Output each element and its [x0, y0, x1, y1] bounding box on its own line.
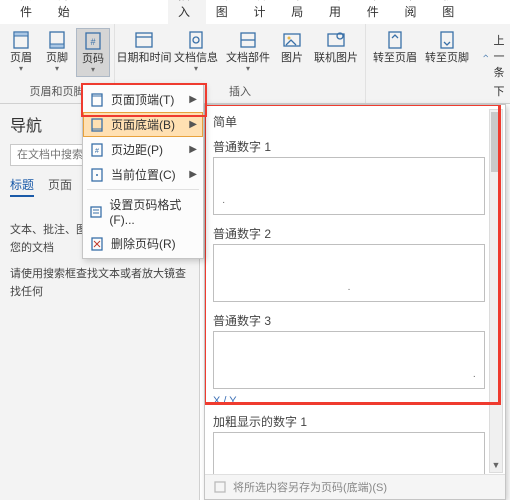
- tab-mat[interactable]: Mat: [470, 0, 510, 24]
- footer-button[interactable]: 页脚 ▾: [40, 28, 74, 77]
- page-number-button[interactable]: # 页码 ▾: [76, 28, 110, 77]
- submenu-arrow-icon: ▶: [189, 144, 197, 155]
- gallery-section-xy: X / Y: [213, 395, 497, 409]
- tab-layout[interactable]: 布局: [281, 0, 319, 24]
- tab-home[interactable]: 开始: [48, 0, 86, 24]
- submenu-arrow-icon: ▶: [189, 94, 197, 105]
- header-button[interactable]: 页眉 ▾: [4, 28, 38, 77]
- tab-references[interactable]: 引用: [319, 0, 357, 24]
- gallery-item-label: 普通数字 3: [213, 308, 497, 331]
- delete-icon: [89, 236, 105, 252]
- page-top-icon: [89, 92, 105, 108]
- current-pos-icon: [89, 167, 105, 183]
- docinfo-icon: [186, 30, 206, 50]
- format-icon: [89, 204, 103, 220]
- scroll-thumb[interactable]: [491, 112, 501, 172]
- tab-review[interactable]: 审阅: [394, 0, 432, 24]
- chevron-down-icon: ▾: [246, 64, 250, 73]
- ribbon-tabs: 文件 开始 OfficePLUS 插入 绘图 设计 布局 引用 邮件 审阅 视图…: [0, 0, 510, 24]
- chevron-down-icon: ▾: [91, 65, 95, 74]
- menu-page-top[interactable]: 页面顶端(T) ▶: [83, 87, 203, 112]
- gallery-item-label: 普通数字 1: [213, 134, 497, 157]
- tab-mail[interactable]: 邮件: [357, 0, 395, 24]
- parts-icon: [238, 30, 258, 50]
- save-icon: [213, 480, 227, 494]
- page-number-menu: 页面顶端(T) ▶ 页面底端(B) ▶ # 页边距(P) ▶ 当前位置(C) ▶…: [82, 84, 204, 259]
- header-icon: [11, 30, 31, 50]
- gallery-item-plain-1[interactable]: ·: [213, 157, 485, 215]
- chevron-down-icon: ▾: [194, 64, 198, 73]
- tab-file[interactable]: 文件: [10, 0, 48, 24]
- menu-separator: [87, 189, 199, 190]
- submenu-arrow-icon: ▶: [189, 169, 197, 180]
- goto-header-button[interactable]: 转至页眉: [370, 28, 420, 66]
- calendar-icon: [134, 30, 154, 50]
- picture-icon: [282, 30, 302, 50]
- nav-tab-pages[interactable]: 页面: [48, 176, 72, 197]
- scroll-down-icon[interactable]: ▼: [490, 458, 502, 472]
- nav-prev-button[interactable]: 上一条: [482, 32, 510, 80]
- docparts-button[interactable]: 文档部件 ▾: [223, 28, 273, 75]
- menu-page-margin[interactable]: # 页边距(P) ▶: [83, 137, 203, 162]
- tab-draw[interactable]: 绘图: [206, 0, 244, 24]
- menu-current-pos[interactable]: 当前位置(C) ▶: [83, 162, 203, 187]
- svg-text:#: #: [90, 37, 95, 47]
- goto-footer-button[interactable]: 转至页脚: [422, 28, 472, 66]
- page-number-gallery: 简单 普通数字 1 · 普通数字 2 · 普通数字 3 · X / Y 加粗显示…: [204, 104, 506, 500]
- menu-remove-page-number[interactable]: 删除页码(R): [83, 231, 203, 256]
- gallery-item-label: 加粗显示的数字 1: [213, 409, 497, 432]
- chevron-down-icon: ▾: [19, 64, 23, 73]
- menu-page-bottom[interactable]: 页面底端(B) ▶: [83, 112, 203, 137]
- goto-footer-icon: [437, 30, 457, 50]
- gallery-scrollbar[interactable]: ▲ ▼: [489, 109, 503, 473]
- ribbon: 页眉 ▾ 页脚 ▾ # 页码 ▾ 页眉和页脚 日期和时间 文档信: [0, 24, 510, 104]
- docinfo-button[interactable]: 文档信息 ▾: [171, 28, 221, 75]
- menu-format-page-number[interactable]: 设置页码格式(F)...: [83, 192, 203, 231]
- page-number-icon: #: [83, 31, 103, 51]
- ribbon-group-label: 页眉和页脚: [30, 83, 85, 101]
- tab-view[interactable]: 视图: [432, 0, 470, 24]
- svg-text:#: #: [95, 148, 99, 155]
- footer-icon: [47, 30, 67, 50]
- nav-tab-headings[interactable]: 标题: [10, 176, 34, 197]
- tab-officeplus[interactable]: OfficePLUS: [86, 0, 168, 24]
- page-bottom-icon: [89, 117, 105, 133]
- gallery-item-plain-3[interactable]: ·: [213, 331, 485, 389]
- submenu-arrow-icon: ▶: [189, 119, 197, 130]
- gallery-item-plain-2[interactable]: ·: [213, 244, 485, 302]
- picture-button[interactable]: 图片: [275, 28, 309, 75]
- goto-header-icon: [385, 30, 405, 50]
- online-picture-button[interactable]: 联机图片: [311, 28, 361, 75]
- online-picture-icon: [326, 30, 346, 50]
- ribbon-group-nav: 上一条 下一条 链接到前一节 导航: [476, 24, 510, 103]
- tab-design[interactable]: 设计: [243, 0, 281, 24]
- gallery-save-selection[interactable]: 将所选内容另存为页码(底端)(S): [205, 474, 505, 499]
- page-margin-icon: #: [89, 142, 105, 158]
- datetime-button[interactable]: 日期和时间: [119, 28, 169, 75]
- gallery-section-simple: 简单: [213, 109, 497, 134]
- tab-insert[interactable]: 插入: [168, 0, 206, 24]
- ribbon-group-label: 插入: [229, 83, 251, 101]
- gallery-item-label: 普通数字 2: [213, 221, 497, 244]
- ribbon-group-goto: 转至页眉 转至页脚: [366, 24, 476, 103]
- chevron-down-icon: ▾: [55, 64, 59, 73]
